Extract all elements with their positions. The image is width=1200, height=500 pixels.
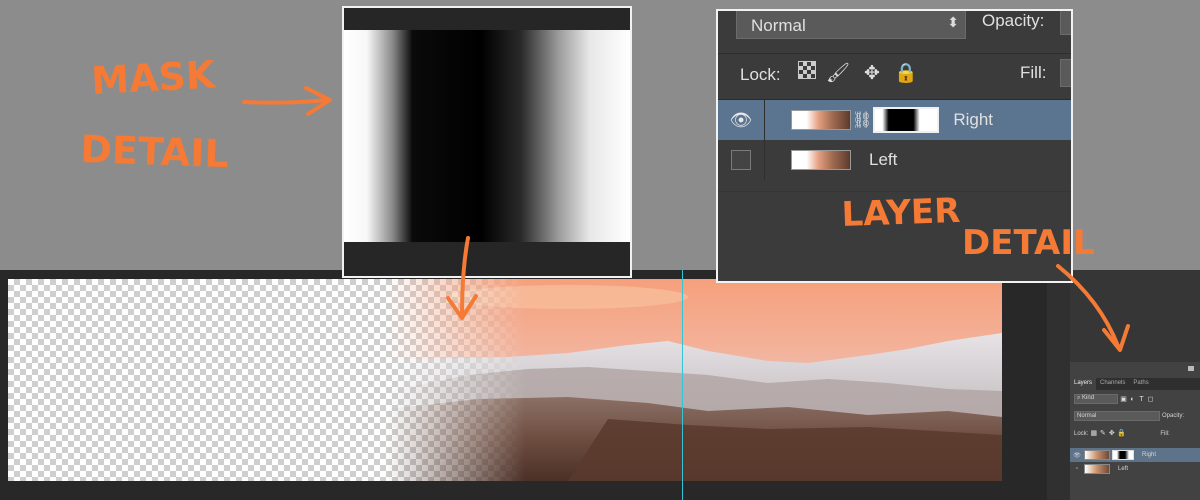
- mask-gradient-image: [344, 30, 630, 242]
- blend-mode-label: Normal: [1077, 413, 1097, 419]
- mask-detail-zoom: [342, 6, 632, 278]
- layer-name: Right: [1142, 452, 1157, 458]
- search-icon: ⌕: [1077, 395, 1081, 401]
- divider: [718, 53, 1071, 54]
- up-down-arrows-icon: ⬍: [947, 14, 959, 30]
- layer-name: Left: [869, 150, 898, 169]
- visibility-toggle[interactable]: 👁: [718, 100, 765, 140]
- lock-label: Lock:: [1074, 430, 1089, 437]
- filter-row: ⌕ Kind ▣ ◐ T ◻: [1074, 394, 1154, 404]
- layer-thumbnail: [1084, 464, 1110, 474]
- layer-thumbnail: [1084, 450, 1110, 460]
- lock-position-icon[interactable]: ✥: [1108, 430, 1115, 437]
- divider: [718, 191, 1071, 192]
- layer-detail-zoom: Normal ⬍ Opacity: Lock: 🖌 ✥ 🔒 Fill: 👁 ⛓ …: [716, 9, 1073, 283]
- blend-mode-select[interactable]: Normal: [1074, 411, 1160, 421]
- layer-row-left[interactable]: Left: [718, 140, 1071, 180]
- eye-icon: 👁: [729, 109, 753, 130]
- fill-label: Fill:: [1020, 63, 1047, 82]
- lock-all-icon[interactable]: 🔒: [1117, 430, 1126, 437]
- layer-row-left[interactable]: ▫ Left: [1070, 462, 1200, 476]
- lock-transparency-icon[interactable]: [798, 61, 816, 79]
- vertical-guide-line[interactable]: [682, 270, 683, 500]
- lock-icons: 🖌 ✥ 🔒: [798, 61, 918, 85]
- lock-row: Lock: ▦ ✎ ✥ 🔒 Fill:: [1074, 430, 1170, 437]
- mountain-panorama-image: [8, 279, 1002, 481]
- opacity-field[interactable]: [1060, 11, 1071, 35]
- tab-channels[interactable]: Channels: [1096, 378, 1129, 390]
- lock-position-move-icon[interactable]: ✥: [860, 61, 884, 85]
- fill-field[interactable]: [1060, 59, 1071, 87]
- adjustment-filter-icon[interactable]: ◐: [1129, 396, 1136, 403]
- tab-layers[interactable]: Layers: [1070, 378, 1097, 390]
- panel-dock-area: [1070, 270, 1200, 362]
- layers-panel-tabs: Layers Channels Paths: [1070, 378, 1200, 390]
- visibility-toggle[interactable]: [718, 140, 765, 180]
- layer-name: Left: [1118, 466, 1129, 472]
- lock-pixels-icon[interactable]: ✎: [1099, 430, 1106, 437]
- layer-thumbnail: [791, 110, 851, 130]
- tab-paths[interactable]: Paths: [1129, 378, 1152, 390]
- lock-pixels-brush-icon[interactable]: 🖌: [826, 61, 850, 85]
- blend-row: Normal Opacity:: [1074, 411, 1184, 421]
- filter-kind-select[interactable]: ⌕ Kind: [1074, 394, 1118, 404]
- opacity-label: Opacity:: [1162, 413, 1185, 419]
- opacity-label: Opacity:: [982, 11, 1045, 30]
- fill-label: Fill:: [1160, 430, 1170, 437]
- filter-kind-label: Kind: [1082, 395, 1095, 401]
- layers-panel: Layers Channels Paths ⌕ Kind ▣ ◐ T ◻ Nor…: [1070, 270, 1200, 500]
- lock-all-padlock-icon[interactable]: 🔒: [894, 61, 918, 85]
- layer-thumbnail: [791, 150, 851, 170]
- layer-mask-thumbnail[interactable]: [1112, 450, 1134, 460]
- blend-mode-label: Normal: [751, 16, 806, 35]
- type-filter-icon[interactable]: T: [1138, 396, 1145, 403]
- lock-label: Lock:: [740, 65, 781, 84]
- panel-menu-icon[interactable]: [1188, 366, 1194, 371]
- lock-transparency-icon[interactable]: ▦: [1090, 430, 1098, 437]
- layer-mask-thumbnail[interactable]: [873, 107, 940, 133]
- layer-name: Right: [953, 110, 993, 129]
- empty-visibility-box: [731, 150, 751, 170]
- blend-mode-select[interactable]: Normal ⬍: [736, 11, 966, 39]
- pixel-filter-icon[interactable]: ▣: [1120, 396, 1127, 403]
- chain-link-icon[interactable]: ⛓: [852, 110, 872, 130]
- arrowhead-icon: [304, 86, 332, 116]
- visibility-toggle-empty[interactable]: ▫: [1070, 466, 1084, 472]
- shape-filter-icon[interactable]: ◻: [1147, 396, 1154, 403]
- annotation-mask-text: MASK: [90, 52, 218, 103]
- document-workspace: [0, 270, 1070, 500]
- document-canvas[interactable]: [8, 279, 1002, 481]
- annotation-mask-detail-text: DETAIL: [80, 127, 230, 176]
- eye-icon[interactable]: 👁: [1070, 452, 1084, 459]
- arrow-to-mask-icon: [242, 98, 328, 105]
- workspace-scrollbar[interactable]: [1047, 270, 1070, 500]
- layer-row-right[interactable]: 👁 Right: [1070, 448, 1200, 462]
- layer-row-right[interactable]: 👁 ⛓ Right: [718, 100, 1071, 140]
